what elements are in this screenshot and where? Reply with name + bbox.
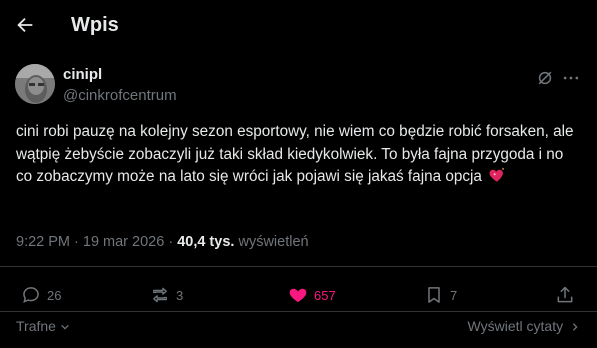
grok-icon bbox=[538, 71, 552, 85]
avatar[interactable] bbox=[15, 64, 55, 104]
reply-button[interactable]: 26 bbox=[21, 284, 61, 306]
views-label: wyświetleń bbox=[234, 234, 309, 250]
chevron-down-icon bbox=[61, 324, 69, 330]
like-count: 657 bbox=[314, 287, 336, 303]
grok-button[interactable] bbox=[535, 68, 555, 88]
more-options-button[interactable] bbox=[561, 68, 583, 88]
share-button[interactable] bbox=[555, 284, 575, 306]
back-button[interactable] bbox=[14, 14, 40, 40]
author-handle[interactable]: @cinkrofcentrum bbox=[63, 87, 177, 104]
page-title: Wpis bbox=[71, 14, 119, 36]
author-display-name[interactable]: cinipl bbox=[63, 66, 102, 83]
divider-top bbox=[0, 266, 597, 267]
repost-count: 3 bbox=[176, 287, 184, 303]
post-timestamp[interactable]: 9:22 PM · 19 mar 2026 · bbox=[16, 234, 177, 250]
more-horizontal-icon bbox=[563, 76, 579, 80]
view-quotes-link[interactable]: Wyświetl cytaty bbox=[468, 318, 580, 334]
post-text: cini robi pauzę na kolejny sezon esporto… bbox=[16, 121, 582, 189]
chevron-right-icon bbox=[572, 323, 578, 331]
views-count: 40,4 tys. bbox=[177, 234, 235, 250]
share-icon bbox=[557, 286, 573, 303]
heart-filled-icon bbox=[289, 288, 307, 303]
repost-button[interactable]: 3 bbox=[150, 284, 183, 306]
reply-icon bbox=[23, 287, 39, 303]
divider-bottom bbox=[0, 311, 597, 312]
sort-label: Trafne bbox=[16, 318, 56, 334]
view-quotes-label: Wyświetl cytaty bbox=[467, 318, 564, 334]
repost-icon bbox=[153, 287, 167, 303]
post-meta: 9:22 PM · 19 mar 2026 · 40,4 tys. wyświe… bbox=[16, 234, 309, 250]
sort-replies-button[interactable]: Trafne bbox=[16, 318, 70, 334]
bookmark-button[interactable]: 7 bbox=[424, 284, 457, 306]
bookmark-count: 7 bbox=[450, 287, 458, 303]
sparkling-heart-icon bbox=[489, 167, 505, 182]
like-button[interactable]: 657 bbox=[288, 284, 336, 306]
avatar-image bbox=[15, 64, 55, 104]
bookmark-icon bbox=[428, 287, 440, 303]
reply-count: 26 bbox=[47, 287, 62, 303]
arrow-left-icon bbox=[17, 17, 33, 33]
